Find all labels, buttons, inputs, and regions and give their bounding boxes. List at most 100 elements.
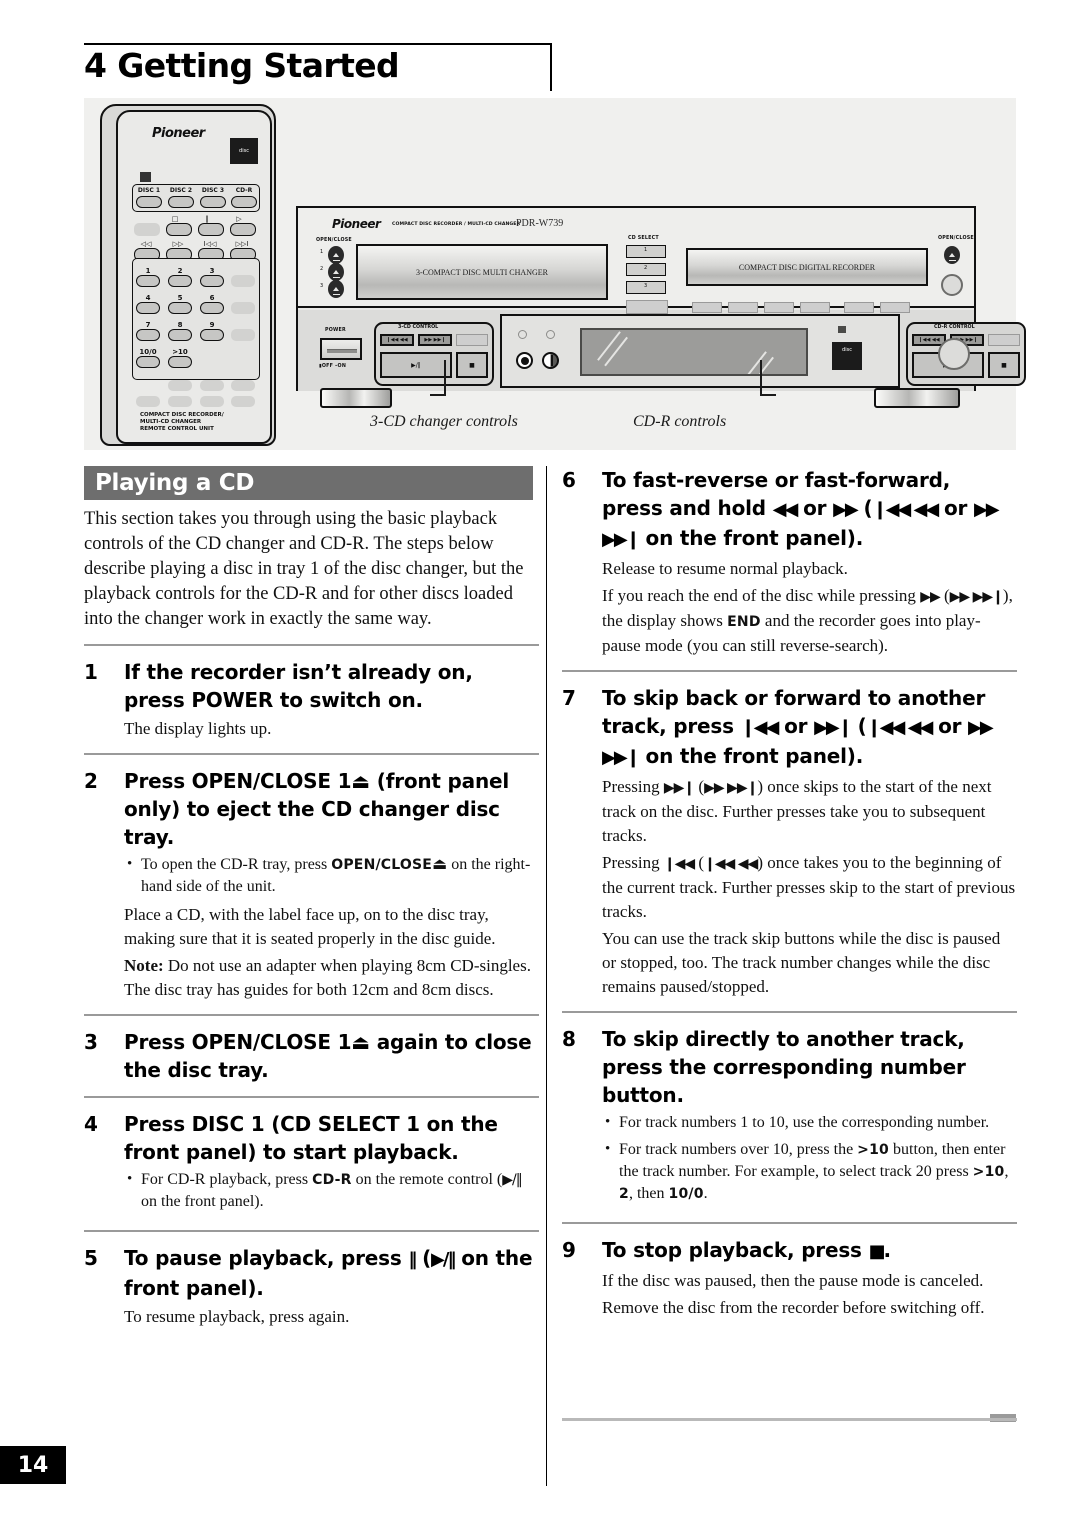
cdr-prev-glyph: ❙◀◀ ◀◀ (918, 337, 940, 343)
front-prev-glyph-icon: ❙◀◀ ◀◀ (872, 499, 939, 520)
eject-button-1[interactable] (328, 246, 344, 264)
remote-label-9: 9 (209, 321, 215, 329)
remote-glyph-prev-track: I◁◁ (203, 240, 217, 248)
open-close-left-label: OPEN/CLOSE (316, 238, 352, 243)
step-title-mid: ( (415, 1246, 432, 1270)
eject-button-3[interactable] (328, 280, 344, 298)
function-pad-1[interactable] (692, 302, 722, 313)
changer-next-button[interactable]: ▶▶ ▶▶❙ (418, 334, 452, 346)
cdr-extra-pad[interactable] (988, 334, 1020, 346)
function-pad-2[interactable] (728, 302, 758, 313)
tray-number-1: 1 (320, 249, 324, 255)
eject-button-2[interactable] (328, 263, 344, 281)
remote-label-6: 6 (209, 294, 215, 302)
fwd-glyph-icon: ▶▶ (833, 499, 859, 520)
function-pad-0[interactable] (626, 300, 668, 314)
tray-number-3: 3 (320, 283, 324, 289)
step-title: Press OPEN/CLOSE 1⏏ (front panel only) t… (124, 767, 539, 851)
remote-button-blank-3[interactable] (231, 302, 255, 314)
remote-button-blank-6[interactable] (200, 380, 224, 391)
step-title-post: on the front panel). (638, 744, 864, 768)
changer-stop-button[interactable]: ■ (456, 352, 488, 378)
function-pad-5[interactable] (844, 302, 874, 313)
remote-button-5[interactable] (168, 302, 192, 314)
jog-dial[interactable] (938, 338, 970, 370)
remote-label-10-0: 10/0 (139, 348, 157, 356)
function-pad-3[interactable] (764, 302, 794, 313)
remote-button-7[interactable] (136, 329, 160, 341)
remote-button-over-10[interactable] (168, 356, 192, 368)
remote-button-9[interactable] (200, 329, 224, 341)
remote-button-disc1[interactable] (136, 196, 162, 208)
list-item: For track numbers over 10, press the >10… (602, 1138, 1017, 1205)
changer-extra-pad[interactable] (456, 334, 488, 346)
paren-open: ( (856, 496, 873, 520)
bullet-text-pre: For track numbers over 10, press the (619, 1141, 858, 1158)
remote-button-blank-11[interactable] (231, 396, 255, 407)
cd-recorder-tray[interactable]: COMPACT DISC DIGITAL RECORDER (686, 248, 928, 286)
stop-glyph-icon: ■ (868, 1241, 886, 1262)
power-button[interactable] (320, 338, 362, 360)
remote-button-blank-7[interactable] (231, 380, 255, 391)
remote-button-stop[interactable] (166, 223, 192, 236)
remote-button-3[interactable] (200, 275, 224, 287)
open-close-button-name: OPEN/CLOSE (331, 857, 433, 873)
cd-select-label: CD SELECT (628, 236, 659, 241)
function-pad-6[interactable] (880, 302, 910, 313)
step-title-part-a: Press OPEN/CLOSE 1 (124, 1030, 352, 1054)
remote-button-cdr[interactable] (231, 196, 257, 208)
remote-button-8[interactable] (168, 329, 192, 341)
headphone-jack-icon (516, 352, 533, 369)
remote-button-blank-1[interactable] (134, 223, 160, 236)
step-divider (84, 1230, 539, 1232)
remote-button-2[interactable] (168, 275, 192, 287)
remote-button-disc3[interactable] (200, 196, 226, 208)
level-knob-icon[interactable] (542, 352, 559, 369)
page-number: 14 (0, 1446, 66, 1484)
function-pad-4[interactable] (800, 302, 830, 313)
remote-button-blank-5[interactable] (168, 380, 192, 391)
cdr-stop-button[interactable]: ■ (988, 352, 1020, 378)
tray-number-2: 2 (320, 266, 324, 272)
remote-button-pause[interactable] (198, 223, 224, 236)
remote-button-blank-8[interactable] (136, 396, 160, 407)
remote-button-blank-4[interactable] (231, 329, 255, 341)
right-column: 6 To fast-reverse or fast-forward, press… (562, 466, 1017, 1320)
step-note-2: Remove the disc from the recorder before… (602, 1298, 985, 1317)
remote-button-4[interactable] (136, 302, 160, 314)
right-knob-upper[interactable] (941, 274, 963, 296)
changer-prev-button[interactable]: ❙◀◀ ◀◀ (380, 334, 414, 346)
step-item-9: 9 To stop playback, press ■. If the disc… (562, 1236, 1017, 1320)
leader-line-changer-horizontal (430, 394, 446, 396)
changer-prev-glyph: ❙◀◀ ◀◀ (386, 337, 408, 343)
remote-glyph-next-track: ▷▷I (235, 240, 249, 248)
remote-footer-line-1: COMPACT DISC RECORDER/ (140, 412, 224, 418)
remote-button-play[interactable] (230, 223, 256, 236)
step-item-2: 2 Press OPEN/CLOSE 1⏏ (front panel only)… (84, 767, 539, 1002)
remote-button-10-0[interactable] (136, 356, 160, 368)
list-item: For track numbers 1 to 10, use the corre… (602, 1111, 1017, 1134)
step-number: 3 (84, 1030, 98, 1054)
cd-changer-tray[interactable]: 3-COMPACT DISC MULTI CHANGER (356, 244, 608, 300)
rev-glyph-icon: ◀◀ (772, 499, 799, 520)
remote-button-1[interactable] (136, 275, 160, 287)
step-title: To fast-reverse or fast-forward, press a… (602, 466, 1017, 554)
note-text: Do not use an adapter when playing 8cm C… (124, 956, 531, 999)
remote-button-blank-10[interactable] (200, 396, 224, 407)
changer-play-pause-button[interactable]: ▶/‖ (380, 352, 452, 378)
next-track-glyph-icon: ▶▶❙ (663, 780, 695, 796)
remote-label-disc1: DISC 1 (137, 187, 161, 194)
step-number: 4 (84, 1112, 98, 1136)
step-number: 8 (562, 1027, 576, 1051)
leader-line-cdr-vertical (760, 360, 762, 396)
cd-digital-logo-text: disc (842, 347, 852, 353)
remote-button-blank-2[interactable] (231, 275, 255, 287)
step-divider (84, 1014, 539, 1016)
remote-button-6[interactable] (200, 302, 224, 314)
eject-button-cdr[interactable] (944, 246, 960, 264)
open-close-right-label: OPEN/CLOSE (938, 236, 974, 241)
step-note: To resume playback, press again. (124, 1307, 350, 1326)
paren-open: ( (850, 714, 867, 738)
remote-button-disc2[interactable] (168, 196, 194, 208)
remote-button-blank-9[interactable] (168, 396, 192, 407)
